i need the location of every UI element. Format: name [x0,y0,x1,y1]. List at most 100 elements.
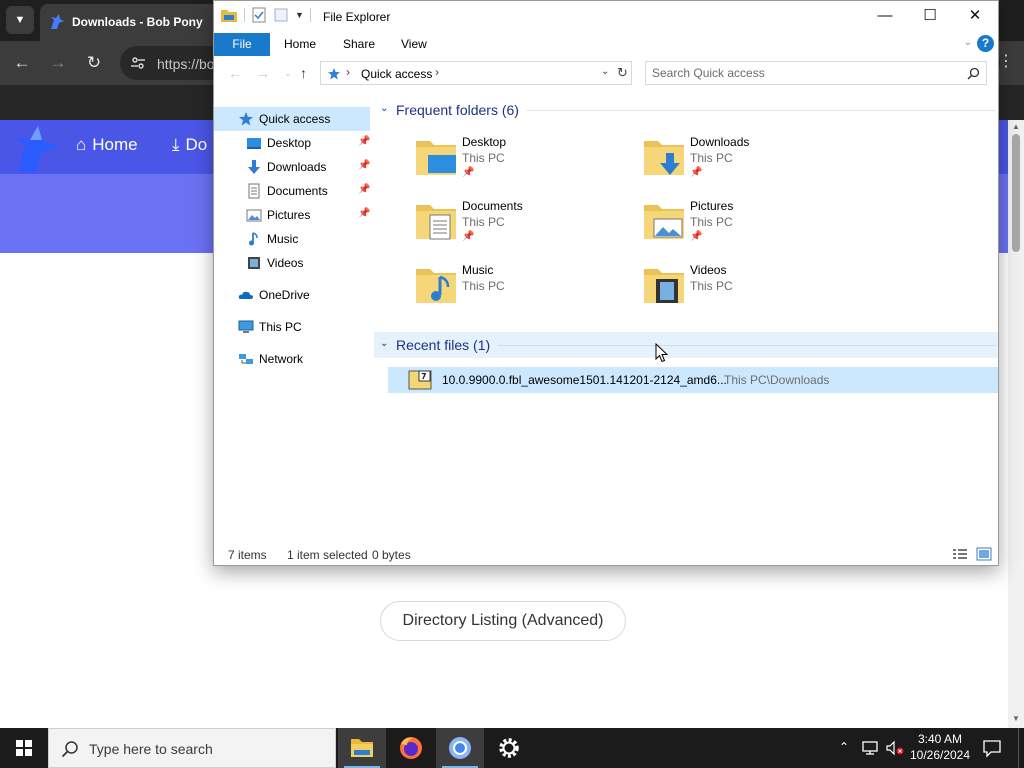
tile-location: This PC [690,215,733,229]
collapse-chevron-icon[interactable]: ⌄ [380,338,388,349]
tray-overflow-chevron-icon[interactable]: ⌃ [839,740,849,754]
documents-folder-icon [416,205,456,240]
minimize-button[interactable]: — [862,1,908,32]
file-explorer-icon [351,739,373,757]
taskbar-app-firefox[interactable] [387,728,435,768]
nav-pictures[interactable]: Pictures 📌 [214,203,370,227]
nav-this-pc[interactable]: This PC [214,315,370,339]
minimize-icon: — [877,7,893,24]
site-nav-home[interactable]: ⌂ Home [76,135,138,155]
recent-file-row[interactable]: 7 10.0.9900.0.fbl_awesome1501.141201-212… [388,367,998,393]
taskbar-search-box[interactable]: Type here to search [48,728,336,768]
up-arrow-icon[interactable]: ↑ [300,65,307,81]
tab-search-button[interactable]: ▼ [6,6,34,34]
collapse-chevron-icon[interactable]: ⌄ [380,103,388,114]
scroll-up-arrow-icon[interactable]: ▲ [1011,122,1021,131]
search-icon[interactable] [967,67,980,80]
quick-access-star-icon [239,112,253,126]
new-folder-icon[interactable] [273,7,289,23]
customize-toolbar-icon[interactable]: ▼ [295,10,304,20]
chrome-icon [449,737,471,759]
notification-center-icon[interactable] [982,738,1002,758]
back-arrow-icon[interactable]: ← [228,65,242,81]
breadcrumb[interactable]: Quick access [361,67,432,81]
show-desktop-button[interactable] [1018,728,1024,768]
system-clock[interactable]: 3:40 AM 10/26/2024 [908,731,972,763]
folder-tile-documents[interactable]: Documents This PC 📌 [414,197,634,257]
help-icon: ? [981,36,990,50]
folder-tile-downloads[interactable]: Downloads This PC 📌 [642,133,862,193]
refresh-icon[interactable]: ↻ [617,65,628,81]
svg-text:7: 7 [421,372,427,381]
nav-network[interactable]: Network [214,347,370,371]
music-icon [249,232,258,246]
browser-tab-active[interactable]: Downloads - Bob Pony [40,4,220,41]
explorer-titlebar: ▼ File Explorer — ☐ ✕ [214,1,998,32]
address-bar[interactable]: › Quick access › ⌄ ↻ [320,61,632,85]
tab-share[interactable]: Share [343,37,375,51]
nav-label: Quick access [259,112,331,126]
properties-icon[interactable] [251,7,267,23]
breadcrumb-separator-icon[interactable]: › [346,65,350,79]
frequent-folders-header[interactable]: ⌄ Frequent folders (6) [374,97,998,123]
scroll-down-arrow-icon[interactable]: ▼ [1011,714,1021,723]
start-button[interactable] [0,728,48,768]
pin-icon: 📌 [690,231,703,242]
search-box[interactable] [645,61,987,85]
expand-ribbon-icon[interactable]: ⌄ [964,37,972,48]
folder-tile-music[interactable]: Music This PC [414,261,634,321]
volume-muted-icon[interactable] [885,739,905,757]
nav-music[interactable]: Music [214,227,370,251]
reload-icon: ↻ [86,53,102,72]
page-scrollbar[interactable]: ▲ ▼ [1008,120,1024,728]
scroll-thumb[interactable] [1012,134,1020,252]
tab-view[interactable]: View [401,37,427,51]
taskbar-app-file-explorer[interactable] [338,728,386,768]
taskbar-app-settings[interactable] [485,728,533,768]
nav-documents[interactable]: Documents 📌 [214,179,370,203]
browser-menu-button[interactable]: ⋮ [998,51,1014,71]
taskbar-app-chrome[interactable] [436,728,484,768]
tile-location: This PC [690,279,733,293]
help-button[interactable]: ? [977,35,994,52]
address-dropdown-icon[interactable]: ⌄ [601,66,609,77]
reload-button[interactable]: ↻ [82,51,106,75]
tile-name: Videos [690,263,727,277]
bob-pony-logo[interactable] [12,124,64,174]
qat-divider [309,8,311,22]
breadcrumb-chevron-icon[interactable]: › [435,65,439,79]
network-tray-icon[interactable] [861,739,879,757]
forward-button[interactable]: → [46,51,70,75]
tab-home[interactable]: Home [284,37,316,51]
desktop-icon [247,138,261,149]
folder-tile-pictures[interactable]: Pictures This PC 📌 [642,197,862,257]
site-info-icon [131,57,145,69]
back-button[interactable]: ← [10,51,34,75]
search-input[interactable] [652,66,952,80]
large-icons-view-icon[interactable] [976,547,992,561]
close-button[interactable]: ✕ [952,1,998,32]
recent-files-header[interactable]: ⌄ Recent files (1) [374,332,998,358]
maximize-button[interactable]: ☐ [907,1,953,32]
nav-videos[interactable]: Videos [214,251,370,275]
folder-tile-videos[interactable]: Videos This PC [642,261,862,321]
tile-location: This PC [462,215,505,229]
nav-label: This PC [259,320,302,334]
nav-downloads[interactable]: Downloads 📌 [214,155,370,179]
tile-name: Downloads [690,135,750,149]
details-view-icon[interactable] [952,547,968,561]
tab-file[interactable]: File [214,33,270,56]
nav-quick-access[interactable]: Quick access [214,107,370,131]
group-divider [526,110,996,111]
recent-locations-icon[interactable]: ⌄ [284,68,292,79]
folder-tile-desktop[interactable]: Desktop This PC 📌 [414,133,634,193]
nav-desktop[interactable]: Desktop 📌 [214,131,370,155]
tile-name: Documents [462,199,523,213]
nav-label: Videos [267,256,304,270]
site-nav-downloads[interactable]: ⤓ Do [172,135,207,155]
directory-listing-button[interactable]: Directory Listing (Advanced) [380,601,626,641]
file-explorer-window: ▼ File Explorer — ☐ ✕ File Home Share Vi… [213,0,999,566]
nav-onedrive[interactable]: OneDrive [214,283,370,307]
forward-arrow-icon[interactable]: → [256,65,270,81]
nav-label: Music [267,232,299,246]
